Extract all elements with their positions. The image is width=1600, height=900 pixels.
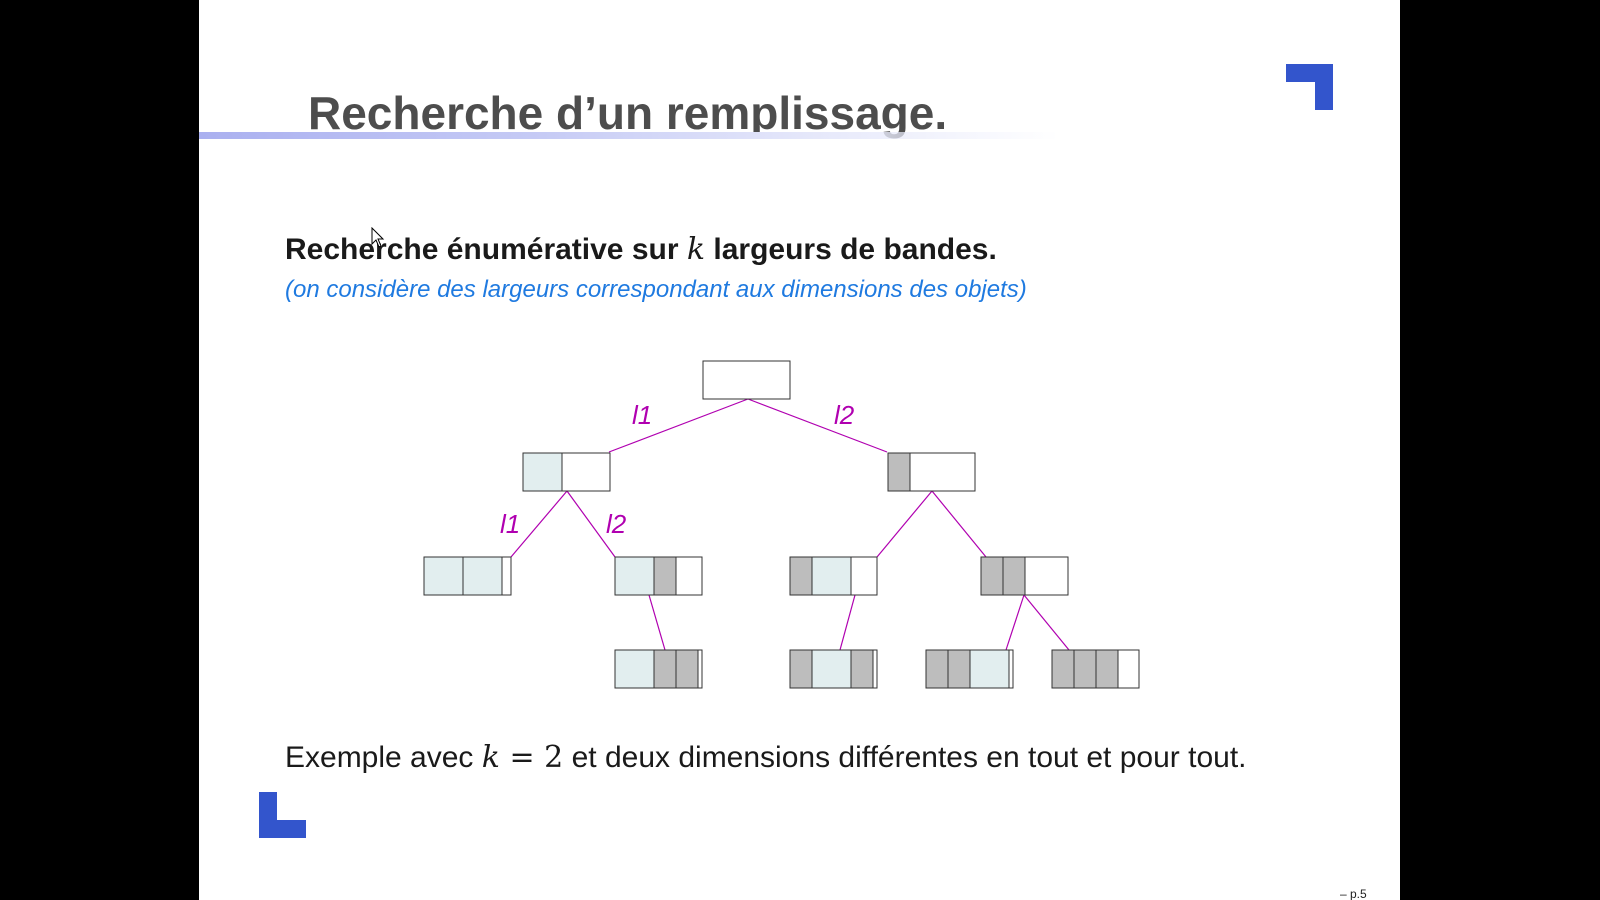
tree-node-l1-l2 [614,556,703,596]
tree-node-l1 [522,452,611,492]
edge-label: l1 [632,400,652,430]
tree-node-l1-l1 [423,556,512,596]
tree-edge [1023,594,1070,651]
mouse-pointer-icon [371,227,385,248]
tree-node-l2-l2-l2 [1051,649,1140,689]
example-equals: = [499,740,545,775]
edge-label: l2 [606,509,627,539]
example-variable: k [481,740,500,775]
edge-label: l2 [834,400,855,430]
tree-edge [608,398,749,453]
tree-edge [931,490,987,558]
tree-node-l2-l2-l1 [925,649,1014,689]
tree-edge [747,398,888,453]
slide: Recherche d’un remplissage. Recherche én… [199,0,1400,900]
tree-node-l2-l1 [789,556,878,596]
tree-edge [648,594,666,651]
example-value: 2 [544,740,564,775]
tree-node-l2-l1-l2 [789,649,878,689]
tree-node-l2-l2 [980,556,1069,596]
tree-node-l1-l2-l2 [614,649,703,689]
tree-node-root [702,360,791,400]
example-text: Exemple avec k = 2 et deux dimensions di… [285,739,1285,777]
tree-edge [839,594,856,651]
tree-node-l2 [887,452,976,492]
tree-edge [1005,594,1025,651]
page-number: – p.5 [1340,887,1367,900]
tree-edge [876,490,933,558]
example-text-end: et deux dimensions différentes en tout e… [563,741,1247,774]
example-text-start: Exemple avec [285,741,482,774]
edge-label: l1 [500,509,520,539]
